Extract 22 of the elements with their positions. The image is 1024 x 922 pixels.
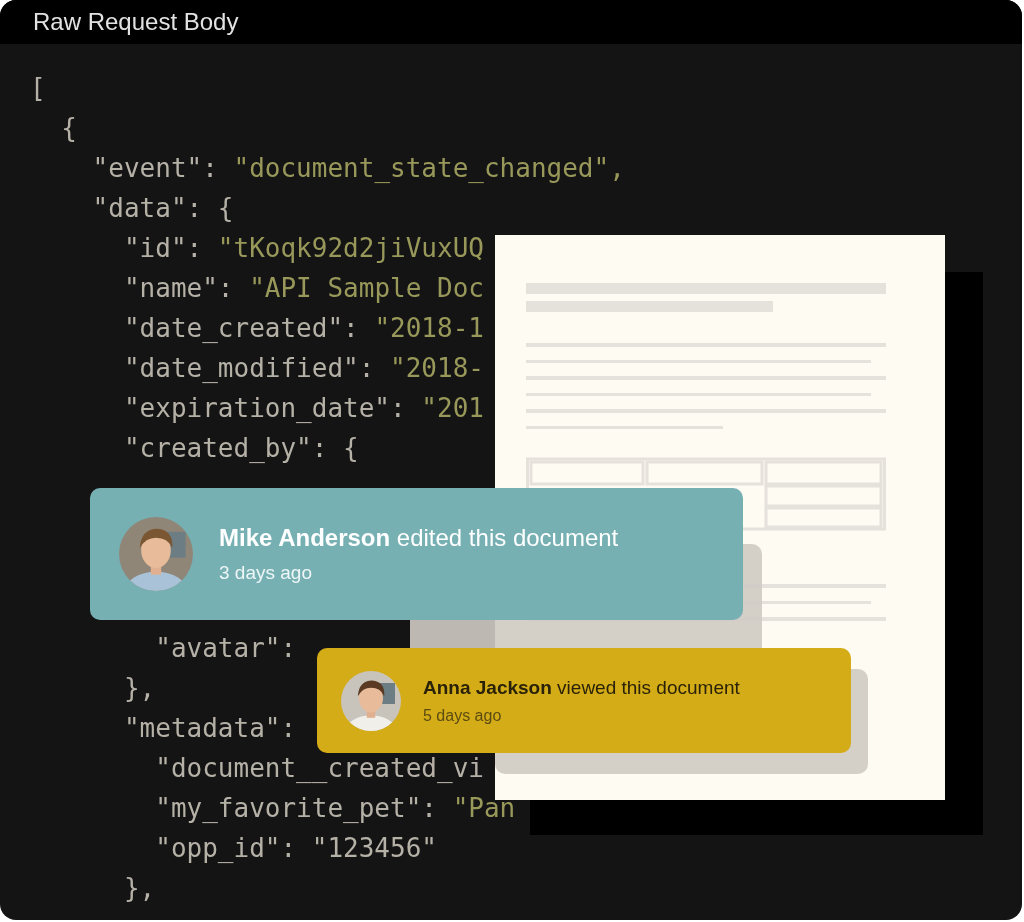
code-line: "name": "API Sample Doc: [122, 272, 484, 305]
window-title: Raw Request Body: [33, 8, 239, 36]
activity-time: 5 days ago: [423, 706, 503, 725]
code-line: "opp_id": "123456": [154, 832, 437, 865]
activity-message: Anna Jackson viewed this document: [423, 676, 740, 699]
code-line: "date_created": "2018-1: [122, 312, 484, 345]
activity-message: Mike Anderson edited this document: [219, 524, 619, 552]
code-line: "event": "document_state_changed",: [91, 152, 625, 185]
code-line: "data": {: [91, 192, 234, 225]
code-line: "document__created_vi: [154, 752, 484, 785]
code-line: },: [122, 872, 156, 905]
code-line: "my_favorite_pet": "Pan: [154, 792, 516, 825]
code-line: "date_modified": "2018-: [122, 352, 484, 385]
code-line: },: [122, 672, 156, 705]
code-line: "avatar":: [154, 632, 297, 665]
code-line: "expiration_date": "201: [122, 392, 484, 425]
code-line: "created_by": {: [122, 432, 359, 465]
activity-time: 3 days ago: [219, 562, 313, 584]
code-line: [: [30, 72, 46, 105]
code-line: {: [60, 112, 77, 145]
code-line: "metadata":: [122, 712, 297, 745]
code-line: "id": "tKoqk92d2jiVuxUQ: [122, 232, 484, 265]
